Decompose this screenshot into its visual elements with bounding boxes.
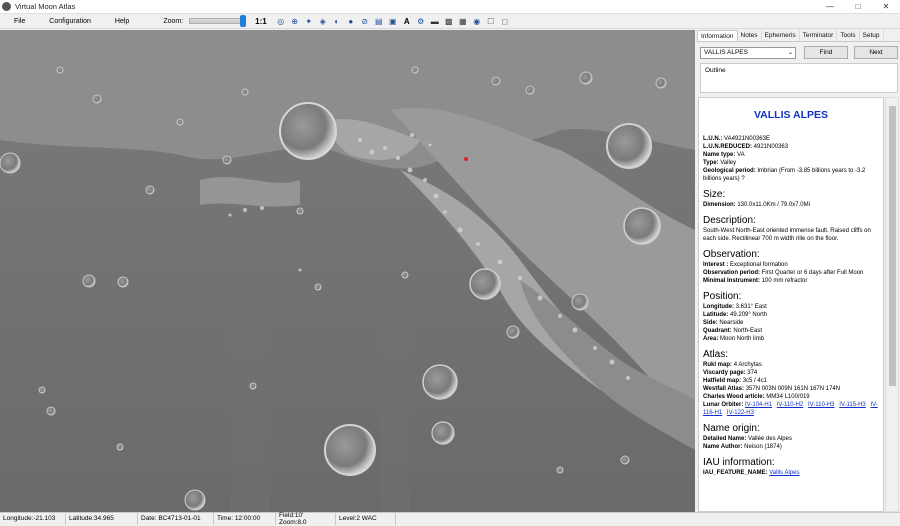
description-text: South-West North-East oriented immense f…: [703, 228, 871, 242]
iau-feature-link[interactable]: Vallis Alpes: [769, 470, 799, 476]
moon-phase-icon[interactable]: ◐: [331, 15, 343, 27]
compass-icon[interactable]: ✦: [303, 15, 315, 27]
size-heading: Size:: [703, 189, 726, 200]
arrow-icon[interactable]: ◈: [317, 15, 329, 27]
tab-setup[interactable]: Setup: [860, 30, 884, 41]
name-type-row: Name type: VA: [703, 152, 745, 158]
area-row: Area: Moon North limb: [703, 336, 765, 342]
zoom-slider-thumb[interactable]: [240, 15, 247, 27]
information-content: VALLIS ALPES L.U.N.: VA4921N00363E L.U.N…: [698, 97, 884, 512]
dimension-row: Dimension: 130.0x11.0Km / 79.0x7.0Mi: [703, 202, 810, 208]
next-button[interactable]: Next: [854, 46, 898, 59]
feature-search-value: VALLIS ALPES: [704, 48, 748, 56]
info-panel: Information Notes Ephemeris Terminator T…: [697, 30, 900, 512]
status-longitude: Longitude:-21.103: [0, 512, 66, 525]
observation-period-row: Observation period: First Quarter or 6 d…: [703, 270, 864, 276]
find-button[interactable]: Find: [804, 46, 848, 59]
window-title: Virtual Moon Atlas: [15, 2, 76, 11]
rukl-row: Rukl map: 4 Archytas: [703, 362, 762, 368]
iau-heading: IAU information:: [703, 457, 775, 468]
toolbar: ◎ ⊕ ✦ ◈ ◐ ● ⊘ ▤ ▣ A ⚙ ▬ ▩ ▦ ◉ ☐ ◻: [275, 15, 511, 27]
observation-heading: Observation:: [703, 249, 760, 260]
moon-surface-image[interactable]: [0, 30, 695, 512]
reticle-icon[interactable]: ⊕: [289, 15, 301, 27]
hatfield-row: Hatfield map: 3c5 / 4c1: [703, 378, 768, 384]
lun-row: L.U.N.: VA4921N00363E: [703, 136, 770, 142]
tab-tools[interactable]: Tools: [837, 30, 860, 41]
lunar-orbiter-link[interactable]: IV-110-H2: [777, 402, 804, 408]
moon-dark-icon[interactable]: ●: [345, 15, 357, 27]
longitude-row: Longitude: 3.631° East: [703, 304, 767, 310]
interest-row: Interest : Exceptional formation: [703, 262, 788, 268]
quadrant-row: Quadrant: North-East: [703, 328, 763, 334]
status-level: Level:2 WAC: [336, 512, 396, 525]
globe-icon[interactable]: ◉: [471, 15, 483, 27]
lunar-orbiter-link[interactable]: IV-122-H3: [727, 410, 754, 416]
label-icon[interactable]: ▣: [387, 15, 399, 27]
document-icon[interactable]: ☐: [485, 15, 497, 27]
info-scrollbar[interactable]: [885, 97, 899, 512]
geological-period-row: Geological period: Imbrian (From -3.85 b…: [703, 168, 866, 182]
type-row: Type: Valley: [703, 160, 737, 166]
menu-file[interactable]: File: [0, 18, 35, 25]
status-date: Date: BC4713-01-01: [138, 512, 214, 525]
eye-icon[interactable]: ◎: [275, 15, 287, 27]
ratio-button[interactable]: 1:1: [255, 17, 267, 26]
detailed-name-row: Detailed Name: Vallée des Alpes: [703, 436, 792, 442]
lunar-orbiter-row: Lunar Orbiter: IV-104-H1 IV-110-H2 IV-11…: [703, 402, 878, 416]
minimize-button[interactable]: —: [816, 0, 844, 14]
description-heading: Description:: [703, 215, 756, 226]
feature-title: VALLIS ALPES: [753, 109, 829, 121]
tab-terminator[interactable]: Terminator: [800, 30, 838, 41]
tab-ephemeris[interactable]: Ephemeris: [762, 30, 800, 41]
zoom-label: Zoom:: [163, 17, 184, 25]
panel-tabs: Information Notes Ephemeris Terminator T…: [697, 30, 900, 42]
lun-reduced-row: L.U.N.REDUCED: 4921N00363: [703, 144, 789, 150]
menu-configuration[interactable]: Configuration: [35, 18, 101, 25]
side-row: Side: Nearside: [703, 320, 744, 326]
zoom-slider[interactable]: [189, 15, 247, 27]
status-time: Time: 12:00:00: [214, 512, 276, 525]
name-origin-heading: Name origin:: [703, 423, 760, 434]
status-field: Field:10' Zoom:8.0: [276, 512, 336, 526]
menu-help[interactable]: Help: [101, 18, 139, 25]
atlas-heading: Atlas:: [703, 349, 729, 360]
feature-search-combo[interactable]: VALLIS ALPES ⌄: [700, 46, 796, 59]
position-marker: [464, 157, 468, 161]
orbit-icon[interactable]: ⊘: [359, 15, 371, 27]
chevron-down-icon[interactable]: ⌄: [788, 49, 793, 56]
tab-notes[interactable]: Notes: [738, 30, 762, 41]
moon-view[interactable]: [0, 30, 695, 512]
status-latitude: Latitude:34.965: [66, 512, 138, 525]
westfall-row: Westfall Atlas: 357N 003N 009N 161N 167N…: [703, 386, 841, 392]
maximize-button[interactable]: □: [844, 0, 872, 14]
lunar-orbiter-link[interactable]: IV-104-H1: [745, 402, 772, 408]
outline-label: Outline: [705, 67, 726, 74]
camera-icon[interactable]: ▩: [443, 15, 455, 27]
name-author-row: Name Author: Neison (1874): [703, 444, 782, 450]
iau-feature-name-row: IAU_FEATURE_NAME: Vallis Alpes: [703, 470, 800, 476]
info-scrollbar-thumb[interactable]: [889, 106, 896, 386]
menu-bar: File Configuration Help Zoom: 1:1 ◎ ⊕ ✦ …: [0, 14, 900, 29]
font-icon[interactable]: A: [401, 15, 413, 27]
close-button[interactable]: ✕: [872, 0, 900, 14]
status-bar: Longitude:-21.103 Latitude:34.965 Date: …: [0, 512, 900, 526]
viscardy-row: Viscardy page: 374: [703, 370, 758, 376]
latitude-row: Latitude: 49.209° North: [703, 312, 768, 318]
position-heading: Position:: [703, 291, 742, 302]
lunar-orbiter-link[interactable]: IV-115-H3: [839, 402, 866, 408]
charles-wood-row: Charles Wood article: MM34 L100/019: [703, 394, 810, 400]
gear-icon[interactable]: ⚙: [415, 15, 427, 27]
ruler-icon[interactable]: ▬: [429, 15, 441, 27]
lunar-orbiter-link[interactable]: IV-110-H3: [808, 402, 835, 408]
tab-information[interactable]: Information: [697, 30, 738, 41]
minimal-instrument-row: Minimal Instrument: 100 mm refractor: [703, 278, 808, 284]
grid-icon[interactable]: ▤: [373, 15, 385, 27]
title-bar: Virtual Moon Atlas — □ ✕: [0, 0, 900, 14]
outline-box: Outline: [700, 63, 898, 93]
image-icon[interactable]: ▦: [457, 15, 469, 27]
app-icon: [2, 2, 11, 11]
window-icon[interactable]: ◻: [499, 15, 511, 27]
